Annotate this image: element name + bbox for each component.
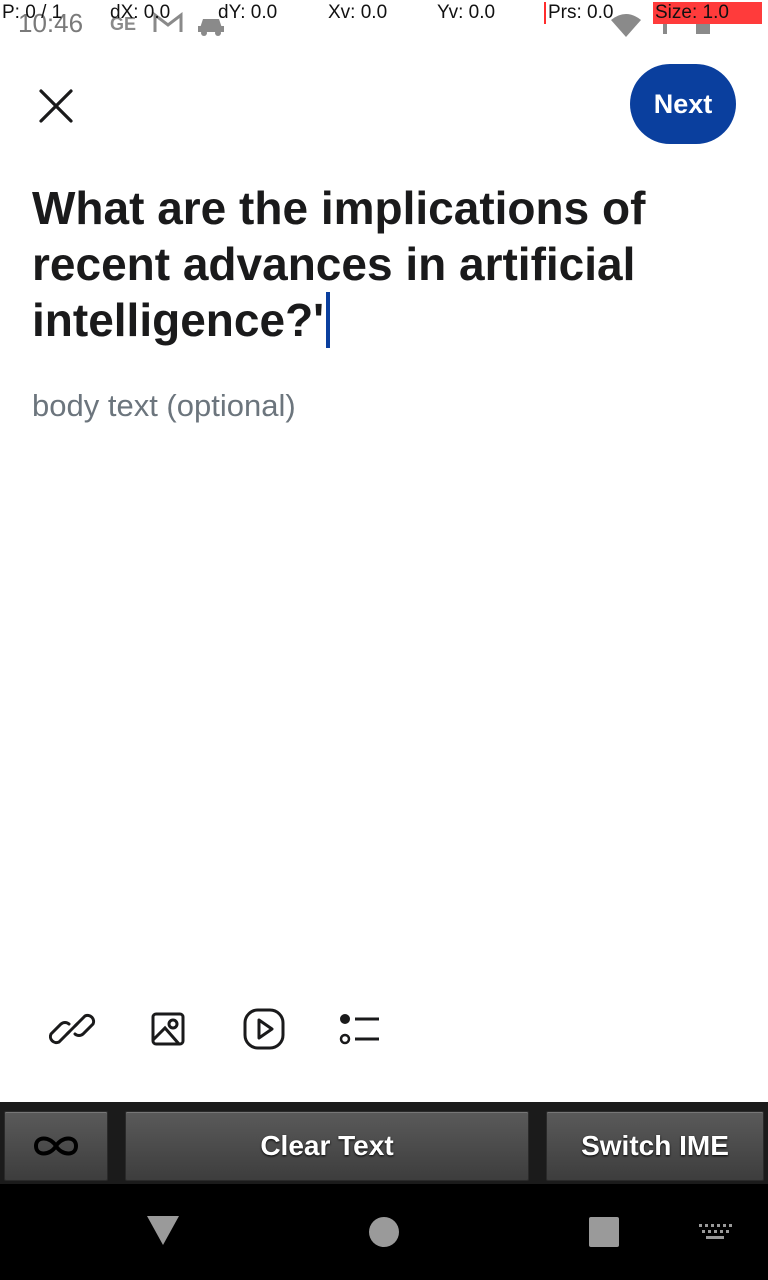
debug-dx: dX: 0.0 <box>110 2 171 23</box>
title-input[interactable]: What are the implications of recent adva… <box>32 180 722 348</box>
recents-icon[interactable] <box>588 1216 620 1248</box>
close-icon[interactable] <box>30 80 82 132</box>
list-icon[interactable] <box>335 1004 385 1054</box>
pointer-debug-overlay: P: 0 / 1 dX: 0.0 dY: 0.0 Xv: 0.0 Yv: 0.0… <box>0 0 768 26</box>
ime-loop-button[interactable] <box>4 1111 108 1181</box>
ime-bar: Clear Text Switch IME <box>0 1102 768 1184</box>
title-input-text: What are the implications of recent adva… <box>32 182 646 346</box>
debug-yv: Yv: 0.0 <box>437 2 496 23</box>
body-text-input[interactable]: body text (optional) <box>32 388 296 424</box>
infinity-icon <box>33 1136 79 1156</box>
debug-dy: dY: 0.0 <box>218 2 278 23</box>
switch-ime-button[interactable]: Switch IME <box>546 1111 764 1181</box>
video-icon[interactable] <box>239 1004 289 1054</box>
debug-pointer: P: 0 / 1 <box>2 2 63 23</box>
home-icon[interactable] <box>368 1216 400 1248</box>
navigation-bar <box>0 1184 768 1280</box>
debug-xv: Xv: 0.0 <box>328 2 388 23</box>
next-button[interactable]: Next <box>630 64 736 144</box>
image-icon[interactable] <box>143 1004 193 1054</box>
status-bar: 10:46 GE P: 0 / 1 dX: 0.0 dY: 0.0 Xv: 0.… <box>0 0 768 44</box>
text-caret <box>326 292 331 348</box>
debug-size: Size: 1.0 <box>653 2 762 24</box>
link-icon[interactable] <box>47 1004 97 1054</box>
clear-text-button[interactable]: Clear Text <box>125 1111 529 1181</box>
keyboard-icon[interactable] <box>698 1222 732 1242</box>
debug-prs: Prs: 0.0 <box>544 2 613 24</box>
back-icon[interactable] <box>146 1214 180 1246</box>
